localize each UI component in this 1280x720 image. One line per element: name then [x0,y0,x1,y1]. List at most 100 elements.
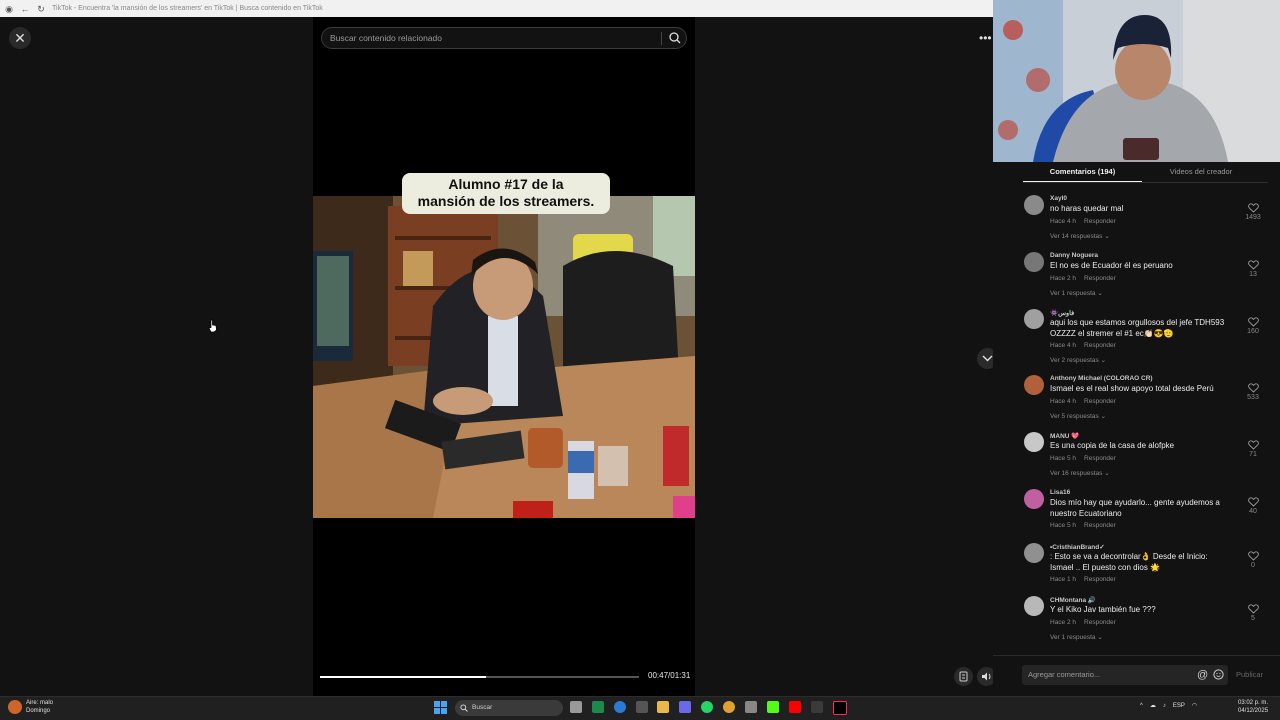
cloud-icon[interactable]: ☁ [1150,702,1156,709]
mention-icon[interactable]: @ [1197,669,1208,681]
like-heart-icon[interactable] [1248,203,1259,213]
like-count: 40 [1249,508,1257,515]
publish-button[interactable]: Publicar [1236,670,1263,679]
task-view-icon[interactable] [570,701,582,713]
comment-time: Hace 4 h [1050,217,1077,225]
comment-time: Hace 2 h [1050,274,1077,282]
view-replies-button[interactable]: Ver 2 respuestas ⌄ [1050,356,1106,364]
comment-username[interactable]: Xayl0 [1050,195,1067,202]
comment-username[interactable]: Danny Noguera [1050,252,1098,259]
weather-icon[interactable] [8,700,22,714]
back-icon[interactable]: ← [20,4,30,14]
comment-time: Hace 1 h [1050,576,1077,583]
taskbar-search-placeholder: Buscar [472,704,493,711]
terminal-icon[interactable] [811,701,823,713]
comment-username[interactable]: MANU 💖 [1050,432,1079,440]
taskbar-search[interactable]: Buscar [455,700,563,716]
like-heart-icon[interactable] [1248,497,1259,507]
comment-meta: Hace 4 h Responder [1050,342,1116,349]
search-icon[interactable] [668,31,682,45]
comment-username[interactable]: Lisa16 [1050,489,1070,496]
view-replies-label: Ver 16 respuestas [1050,469,1103,477]
browser-tab-title: TikTok - Encuentra 'la mansión de los st… [52,5,323,12]
like-count: 0 [1251,562,1255,569]
comment-time: Hace 5 h [1050,522,1077,529]
store-icon[interactable] [745,701,757,713]
captions-icon [959,671,968,682]
avatar[interactable] [1024,543,1044,563]
reply-button[interactable]: Responder [1084,522,1116,529]
video-frame[interactable] [313,196,695,518]
emoji-icon[interactable] [1213,669,1224,680]
windows-start-icon[interactable] [434,701,447,714]
view-replies-label: Ver 1 respuesta [1050,633,1096,641]
reply-button[interactable]: Responder [1084,576,1116,583]
comment-username[interactable]: Anthony Michael (COLORAO CR) [1050,375,1153,382]
avatar[interactable] [1024,252,1044,272]
comment-text: no haras quedar mal [1050,204,1124,213]
youtube-icon[interactable] [789,701,801,713]
settings-icon[interactable] [636,701,648,713]
comment-text: Y el Kiko Jav también fue ??? [1050,605,1156,614]
whatsapp-icon[interactable] [701,701,713,713]
reply-button[interactable]: Responder [1084,398,1116,405]
avatar[interactable] [1024,596,1044,616]
close-button[interactable]: ✕ [9,27,31,49]
language-indicator[interactable]: ESP [1173,703,1185,709]
like-heart-icon[interactable] [1248,604,1259,614]
kick-icon[interactable] [767,701,779,713]
avatar[interactable] [1024,489,1044,509]
weather-widget[interactable]: Aire: malo Domingo [26,700,53,715]
chevron-down-icon: ⌄ [1100,357,1107,364]
webcam-overlay [993,0,1280,162]
comment-time: Hace 4 h [1050,397,1077,405]
avatar[interactable] [1024,195,1044,215]
like-heart-icon[interactable] [1248,551,1259,561]
like-heart-icon[interactable] [1248,440,1259,450]
comment-text: Dios mío hay que ayudarlo... gente ayude… [1050,498,1220,518]
captions-button[interactable] [954,667,973,686]
comment-username[interactable]: •CristhianBrand✓ [1050,543,1105,551]
avatar[interactable] [1024,432,1044,452]
chevron-up-icon[interactable]: ^ [1140,703,1143,709]
view-replies-button[interactable]: Ver 16 respuestas ⌄ [1050,469,1110,477]
chevron-down-icon: ⌄ [1104,232,1110,240]
more-options-icon[interactable]: ••• [979,31,992,45]
avatar[interactable] [1024,375,1044,395]
edge-icon[interactable] [614,701,626,713]
reply-button[interactable]: Responder [1084,619,1116,626]
view-replies-button[interactable]: Ver 1 respuesta ⌄ [1050,289,1103,297]
avatar[interactable] [1024,309,1044,329]
comment-text: : Esto se va a decontrolar👌 Desde el Ini… [1050,552,1208,572]
like-heart-icon[interactable] [1248,260,1259,270]
like-count: 1493 [1245,214,1261,221]
comment-text: El no es de Ecuador él es peruano [1050,261,1173,270]
comment-username[interactable]: 👾فاوس [1050,309,1074,317]
view-replies-button[interactable]: Ver 5 respuestas ⌄ [1050,412,1106,420]
mic-icon[interactable]: ♪ [1163,703,1166,709]
chevron-down-icon: ⌄ [1097,633,1103,641]
view-replies-button[interactable]: Ver 1 respuesta ⌄ [1050,633,1103,641]
reply-button[interactable]: Responder [1084,218,1116,225]
reply-button[interactable]: Responder [1084,455,1116,462]
comment-text: Ismael es el real show apoyo total desde… [1050,384,1214,393]
reply-button[interactable]: Responder [1084,342,1116,349]
comment-username[interactable]: CHMontana 🔊 [1050,596,1096,604]
xbox-icon[interactable] [592,701,604,713]
like-heart-icon[interactable] [1248,317,1259,327]
comment-meta: Hace 2 h Responder [1050,275,1116,282]
chevron-down-icon: ⌄ [1100,412,1107,420]
wifi-icon[interactable]: ◠ [1192,702,1197,709]
tab-creator-videos[interactable]: Videos del creador [1144,167,1258,176]
system-tray[interactable]: ^ ☁ ♪ ESP ◠ [1140,702,1197,710]
clock[interactable]: 03:02 p. m. 04/12/2025 [1238,700,1268,715]
app-icon[interactable] [679,701,691,713]
file-explorer-icon[interactable] [657,701,669,713]
tiktok-icon[interactable] [833,701,847,715]
related-search-input[interactable]: Buscar contenido relacionado [321,27,687,49]
reply-button[interactable]: Responder [1084,275,1116,282]
like-heart-icon[interactable] [1248,383,1259,393]
reload-icon[interactable]: ↻ [36,4,46,14]
chrome-icon[interactable] [723,701,735,713]
view-replies-button[interactable]: Ver 14 respuestas ⌄ [1050,232,1110,240]
